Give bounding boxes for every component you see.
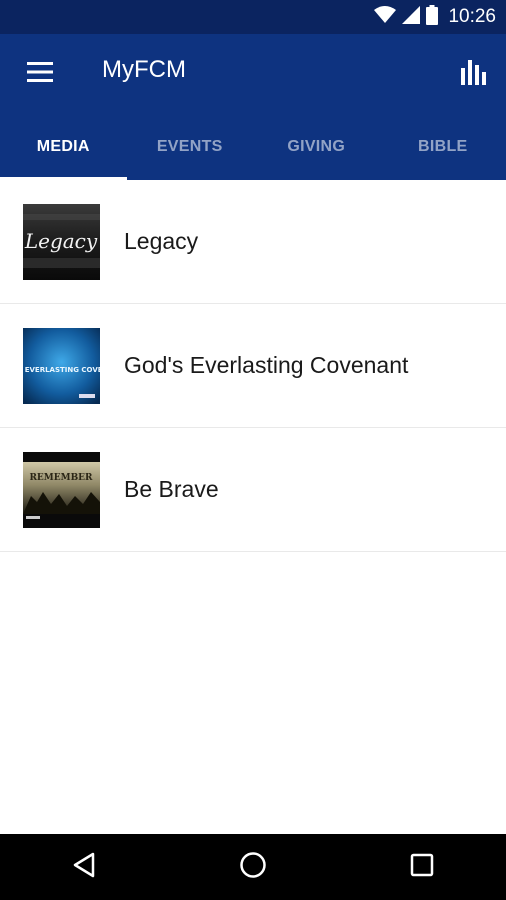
- hamburger-menu-icon: [27, 62, 53, 86]
- tab-bar: MEDIA EVENTS GIVING BIBLE: [0, 114, 506, 180]
- menu-button[interactable]: [16, 54, 64, 94]
- list-item-legacy[interactable]: Legacy Legacy: [0, 180, 506, 304]
- status-time: 10:26: [448, 6, 496, 27]
- status-icons: 10:26: [374, 0, 496, 34]
- bar-chart-icon: [460, 58, 488, 90]
- recents-icon: [410, 853, 434, 881]
- stats-button[interactable]: [454, 52, 494, 96]
- home-icon: [239, 851, 267, 883]
- battery-icon: [426, 5, 439, 29]
- covenant-thumbnail-text: GOD'S EVERLASTING COVENANT: [23, 366, 100, 374]
- list-item-be-brave[interactable]: REMEMBER Be Brave: [0, 428, 506, 552]
- item-title: Legacy: [124, 228, 199, 254]
- media-list: Legacy Legacy GOD'S EVERLASTING COVENANT…: [0, 180, 506, 552]
- item-title: God's Everlasting Covenant: [124, 352, 409, 378]
- tab-media[interactable]: MEDIA: [0, 114, 127, 180]
- legacy-thumbnail: Legacy: [23, 204, 100, 280]
- legacy-thumbnail-text: Legacy: [24, 229, 98, 253]
- tab-bible[interactable]: BIBLE: [380, 114, 506, 180]
- tab-events[interactable]: EVENTS: [127, 114, 254, 180]
- be-brave-thumbnail: REMEMBER: [23, 452, 100, 528]
- recents-button[interactable]: [392, 842, 452, 892]
- covenant-thumbnail: GOD'S EVERLASTING COVENANT: [23, 328, 100, 404]
- navigation-bar: [0, 834, 506, 900]
- back-button[interactable]: [54, 842, 114, 892]
- signal-icon: [402, 6, 421, 28]
- app-bar: MyFCM MEDIA EVENTS GIVING BIBLE: [0, 34, 506, 180]
- back-icon: [72, 852, 96, 882]
- app-title: MyFCM: [102, 56, 186, 83]
- list-item-gods-everlasting-covenant[interactable]: GOD'S EVERLASTING COVENANT God's Everlas…: [0, 304, 506, 428]
- be-brave-thumbnail-text: REMEMBER: [29, 473, 93, 483]
- wifi-icon: [374, 6, 397, 28]
- tab-giving[interactable]: GIVING: [253, 114, 380, 180]
- status-bar: 10:26: [0, 0, 506, 34]
- item-title: Be Brave: [124, 476, 219, 502]
- home-button[interactable]: [223, 842, 283, 892]
